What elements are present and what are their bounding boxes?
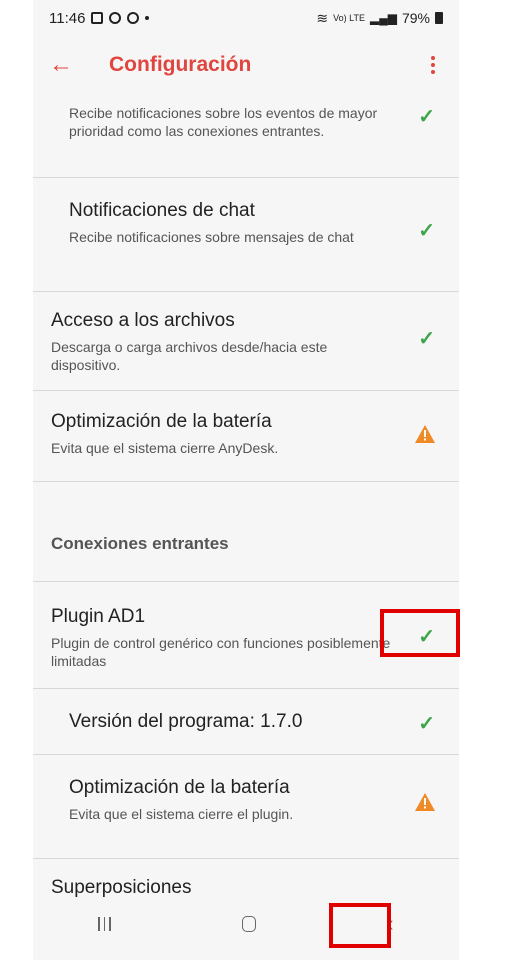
circle-notification-icon-2 <box>127 12 140 24</box>
item-title: Acceso a los archivos <box>51 310 235 331</box>
list-item[interactable]: Acceso a los archivos Descarga o carga a… <box>33 292 459 391</box>
gallery-icon <box>91 12 104 24</box>
highlight-box-back-button <box>329 903 391 948</box>
section-header-incoming: Conexiones entrantes <box>33 482 459 582</box>
item-title: Optimización de la batería <box>69 777 290 798</box>
check-icon: ✓ <box>418 328 435 350</box>
warning-icon <box>415 425 435 443</box>
highlight-box-plugin-check <box>380 609 460 657</box>
item-title: Notificaciones de chat <box>69 200 255 221</box>
item-description: Evita que el sistema cierre el plugin. <box>69 806 294 822</box>
battery-icon <box>435 12 443 24</box>
status-time: 11:46 <box>49 9 86 27</box>
item-title: Optimización de la batería <box>51 411 272 432</box>
battery-label: 79% <box>401 10 430 26</box>
recents-button[interactable] <box>98 916 111 931</box>
back-arrow-icon[interactable]: ← <box>49 51 109 79</box>
settings-list: Recibe notificaciones sobre los eventos … <box>33 92 459 923</box>
signal-icon: ▂▄▆ <box>370 11 397 25</box>
network-label: Vo) LTE <box>333 13 365 23</box>
page-title: Configuración <box>109 53 252 76</box>
status-bar: 11:46 ≋ Vo) LTE ▂▄▆ 79% <box>33 0 459 36</box>
check-icon: ✓ <box>418 713 435 735</box>
circle-notification-icon <box>109 12 122 24</box>
item-title: Plugin AD1 <box>51 606 146 627</box>
app-bar: ← Configuración <box>33 40 459 90</box>
list-item[interactable]: Versión del programa: 1.7.0 ✓ <box>33 689 459 755</box>
overflow-menu-icon[interactable] <box>423 56 443 74</box>
list-item[interactable]: Notificaciones de chat Recibe notificaci… <box>33 178 459 292</box>
more-notifications-icon <box>145 16 150 20</box>
item-description: Plugin de control genérico con funciones… <box>51 635 391 669</box>
item-description: Recibe notificaciones sobre mensajes de … <box>69 229 354 245</box>
warning-icon <box>415 793 435 811</box>
list-item[interactable]: Optimización de la batería Evita que el … <box>33 755 459 859</box>
item-title: Superposiciones <box>51 877 192 898</box>
list-item[interactable]: Recibe notificaciones sobre los eventos … <box>33 92 459 178</box>
check-icon: ✓ <box>418 106 435 128</box>
item-description: Evita que el sistema cierre AnyDesk. <box>51 440 279 456</box>
item-description: Descarga o carga archivos desde/hacia es… <box>51 339 328 373</box>
phone-screen: 11:46 ≋ Vo) LTE ▂▄▆ 79% ← Configuración … <box>33 0 459 960</box>
check-icon: ✓ <box>418 220 435 242</box>
wifi-icon: ≋ <box>316 9 329 26</box>
item-title: Versión del programa: 1.7.0 <box>69 711 303 732</box>
home-button[interactable] <box>241 915 256 932</box>
list-item[interactable]: Optimización de la batería Evita que el … <box>33 391 459 482</box>
system-nav-bar: ‹ <box>33 898 459 949</box>
item-description: Recibe notificaciones sobre los eventos … <box>69 105 378 139</box>
